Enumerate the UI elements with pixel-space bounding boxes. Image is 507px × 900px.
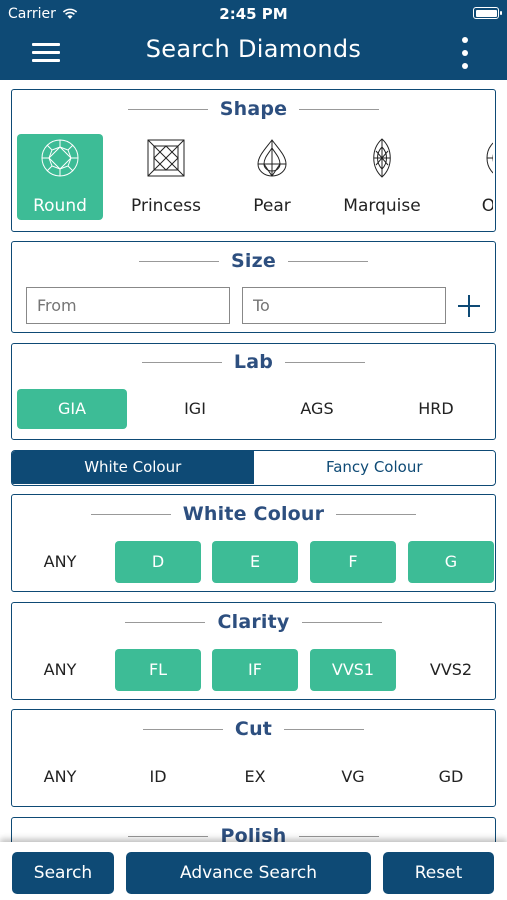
shape-label: Oval (481, 196, 493, 216)
colour-type-toggle: White Colour Fancy Colour (11, 450, 496, 486)
lab-option-igi[interactable]: IGI (140, 389, 250, 429)
colour-option-g[interactable]: G (408, 541, 494, 583)
lab-title: Lab (233, 351, 274, 373)
clarity-option-vvs2[interactable]: VVS2 (408, 649, 494, 691)
clarity-option-fl[interactable]: FL (115, 649, 201, 691)
cut-option-vg[interactable]: VG (310, 756, 396, 798)
size-to-input[interactable] (242, 287, 446, 324)
cut-option-gd[interactable]: GD (408, 756, 494, 798)
size-section: Size (11, 241, 496, 333)
lab-option-gia[interactable]: GIA (17, 389, 127, 429)
oval-diamond-icon (486, 142, 493, 174)
marquise-diamond-icon (373, 138, 391, 178)
lab-section: Lab GIA IGI AGS HRD (11, 343, 496, 440)
shape-option-oval[interactable]: Oval (458, 134, 493, 220)
white-colour-header: White Colour (12, 502, 495, 526)
lab-option-hrd[interactable]: HRD (381, 389, 491, 429)
cut-option-any[interactable]: ANY (17, 756, 103, 798)
cut-option-id[interactable]: ID (115, 756, 201, 798)
colour-option-d[interactable]: D (115, 541, 201, 583)
colour-option-e[interactable]: E (212, 541, 298, 583)
clarity-header: Clarity (12, 610, 495, 634)
search-button[interactable]: Search (12, 852, 114, 894)
top-bar: Carrier 2:45 PM Search Diamonds (0, 0, 507, 80)
tab-fancy-colour[interactable]: Fancy Colour (253, 451, 495, 484)
colour-option-f[interactable]: F (310, 541, 396, 583)
cut-title: Cut (234, 718, 273, 740)
navigation-bar: Search Diamonds (0, 28, 507, 80)
shape-option-pear[interactable]: Pear (229, 134, 315, 220)
size-title: Size (231, 250, 276, 272)
lab-header: Lab (12, 350, 495, 374)
clarity-section: Clarity ANY FL IF VVS1 VVS2 (11, 602, 496, 700)
battery-icon (473, 7, 502, 19)
cut-header: Cut (12, 717, 495, 741)
shape-label: Marquise (343, 196, 421, 216)
clarity-option-if[interactable]: IF (212, 649, 298, 691)
tab-white-colour[interactable]: White Colour (12, 451, 254, 484)
reset-button[interactable]: Reset (383, 852, 494, 894)
size-header: Size (12, 249, 495, 273)
clock: 2:45 PM (219, 5, 288, 23)
shape-title: Shape (219, 98, 288, 120)
shape-label: Round (33, 196, 87, 216)
bottom-action-bar: Search Advance Search Reset (0, 842, 507, 900)
shape-section: Shape Round Princess Pear Marquise O (11, 89, 496, 232)
clarity-title: Clarity (217, 611, 290, 633)
page-title: Search Diamonds (145, 35, 362, 63)
clarity-option-vvs1[interactable]: VVS1 (310, 649, 396, 691)
clarity-option-any[interactable]: ANY (17, 649, 103, 691)
white-colour-title: White Colour (182, 503, 325, 525)
white-colour-section: White Colour ANY D E F G (11, 494, 496, 592)
shape-label: Princess (131, 196, 201, 216)
shape-label: Pear (253, 196, 291, 216)
lab-option-ags[interactable]: AGS (262, 389, 372, 429)
size-from-input[interactable] (26, 287, 230, 324)
cut-option-ex[interactable]: EX (212, 756, 298, 798)
shape-option-marquise[interactable]: Marquise (339, 134, 425, 220)
advance-search-button[interactable]: Advance Search (126, 852, 371, 894)
cut-section: Cut ANY ID EX VG GD (11, 709, 496, 807)
more-options-icon[interactable] (459, 37, 471, 69)
shape-header: Shape (12, 97, 495, 121)
colour-option-any[interactable]: ANY (17, 541, 103, 583)
shape-option-princess[interactable]: Princess (123, 134, 209, 220)
shape-option-round[interactable]: Round (17, 134, 103, 220)
pear-diamond-icon (257, 139, 287, 177)
round-diamond-icon (41, 139, 79, 177)
status-bar: Carrier 2:45 PM (0, 0, 507, 28)
shape-options: Round Princess Pear Marquise O (17, 134, 493, 224)
add-size-icon[interactable] (457, 294, 481, 318)
princess-diamond-icon (147, 139, 185, 177)
